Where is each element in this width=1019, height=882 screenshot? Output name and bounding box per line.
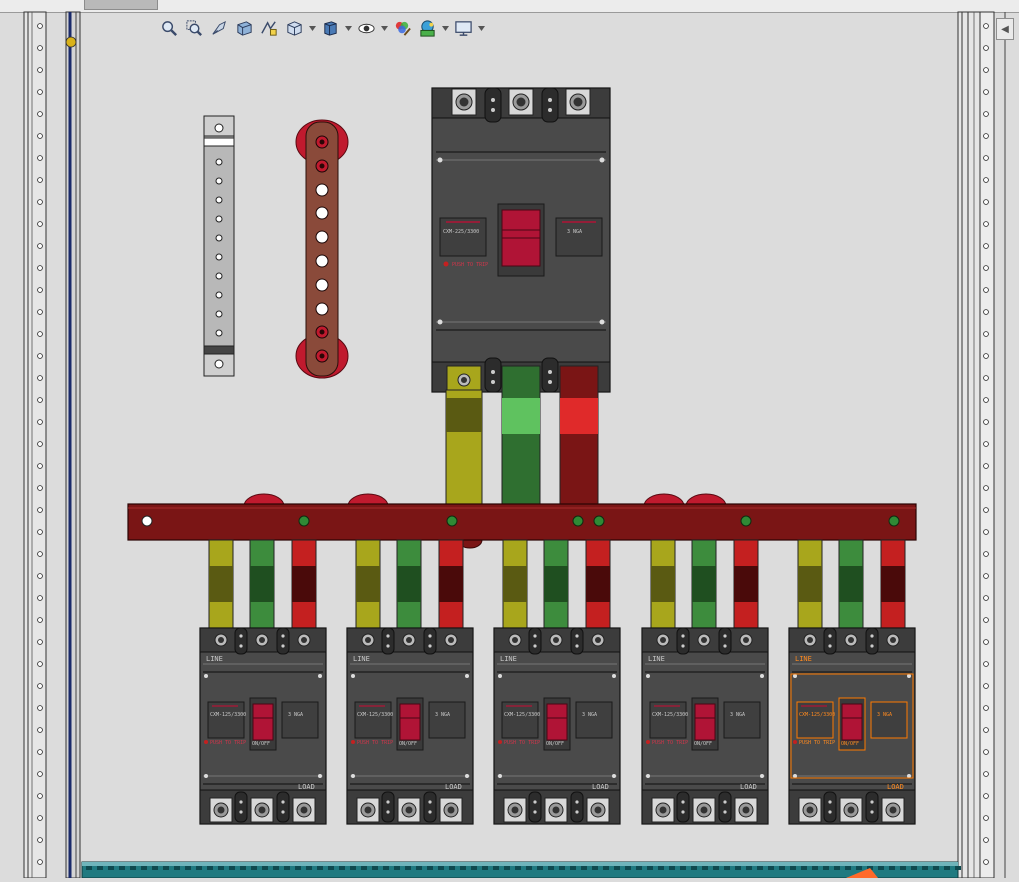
branch-rating-label: 3 NGA (288, 712, 304, 718)
branch-rating-label: 3 NGA (877, 712, 893, 718)
branch-line-label: LINE (206, 655, 223, 663)
branch-type-label: CXM-125/3300 (504, 712, 541, 718)
branch-type-label: CXM-125/3300 (799, 712, 836, 718)
branch-handle-label: ON/OFF (694, 741, 713, 747)
branch-push-to-trip: PUSH TO TRIP (357, 740, 394, 746)
branch-load-label: LOAD (445, 783, 462, 791)
branch-rating-label: 3 NGA (582, 712, 598, 718)
branch-load-label: LOAD (592, 783, 609, 791)
main-breaker-push-to-trip: PUSH TO TRIP (452, 262, 489, 268)
branch-breaker-1[interactable] (199, 539, 327, 825)
branch-line-label: LINE (500, 655, 517, 663)
branch-breaker-4[interactable] (641, 539, 769, 825)
branch-push-to-trip: PUSH TO TRIP (652, 740, 689, 746)
branch-push-to-trip: PUSH TO TRIP (799, 740, 836, 746)
branch-line-label: LINE (795, 655, 812, 663)
branch-handle-label: ON/OFF (546, 741, 565, 747)
main-breaker-type-label: CXM-225/3300 (443, 229, 480, 235)
branch-type-label: CXM-125/3300 (652, 712, 689, 718)
branch-rating-label: 3 NGA (435, 712, 451, 718)
branch-push-to-trip: PUSH TO TRIP (504, 740, 541, 746)
main-breaker-rating-label: 3 NGA (567, 229, 583, 235)
graphics-area[interactable]: CXM-225/3300 3 NGA PUSH TO TRIP LINE LOAD… (0, 0, 1019, 879)
branch-handle-label: ON/OFF (841, 741, 860, 747)
branch-type-label: CXM-125/3300 (357, 712, 394, 718)
branch-handle-label: ON/OFF (252, 741, 271, 747)
branch-handle-label: ON/OFF (399, 741, 418, 747)
branch-line-label: LINE (648, 655, 665, 663)
branch-breaker-3[interactable] (493, 539, 621, 825)
main-breaker[interactable] (431, 87, 611, 393)
branch-rating-label: 3 NGA (730, 712, 746, 718)
ground-bar[interactable] (203, 115, 235, 377)
branch-push-to-trip: PUSH TO TRIP (210, 740, 247, 746)
branch-type-label: CXM-125/3300 (210, 712, 247, 718)
branch-line-label: LINE (353, 655, 370, 663)
branch-load-label: LOAD (298, 783, 315, 791)
branch-breaker-5[interactable] (788, 539, 916, 825)
task-pane-collapse-button[interactable]: ◀ (996, 18, 1014, 40)
branch-breaker-2[interactable] (346, 539, 474, 825)
neutral-bar[interactable] (295, 119, 349, 379)
branch-load-label: LOAD (887, 783, 904, 791)
branch-load-label: LOAD (740, 783, 757, 791)
